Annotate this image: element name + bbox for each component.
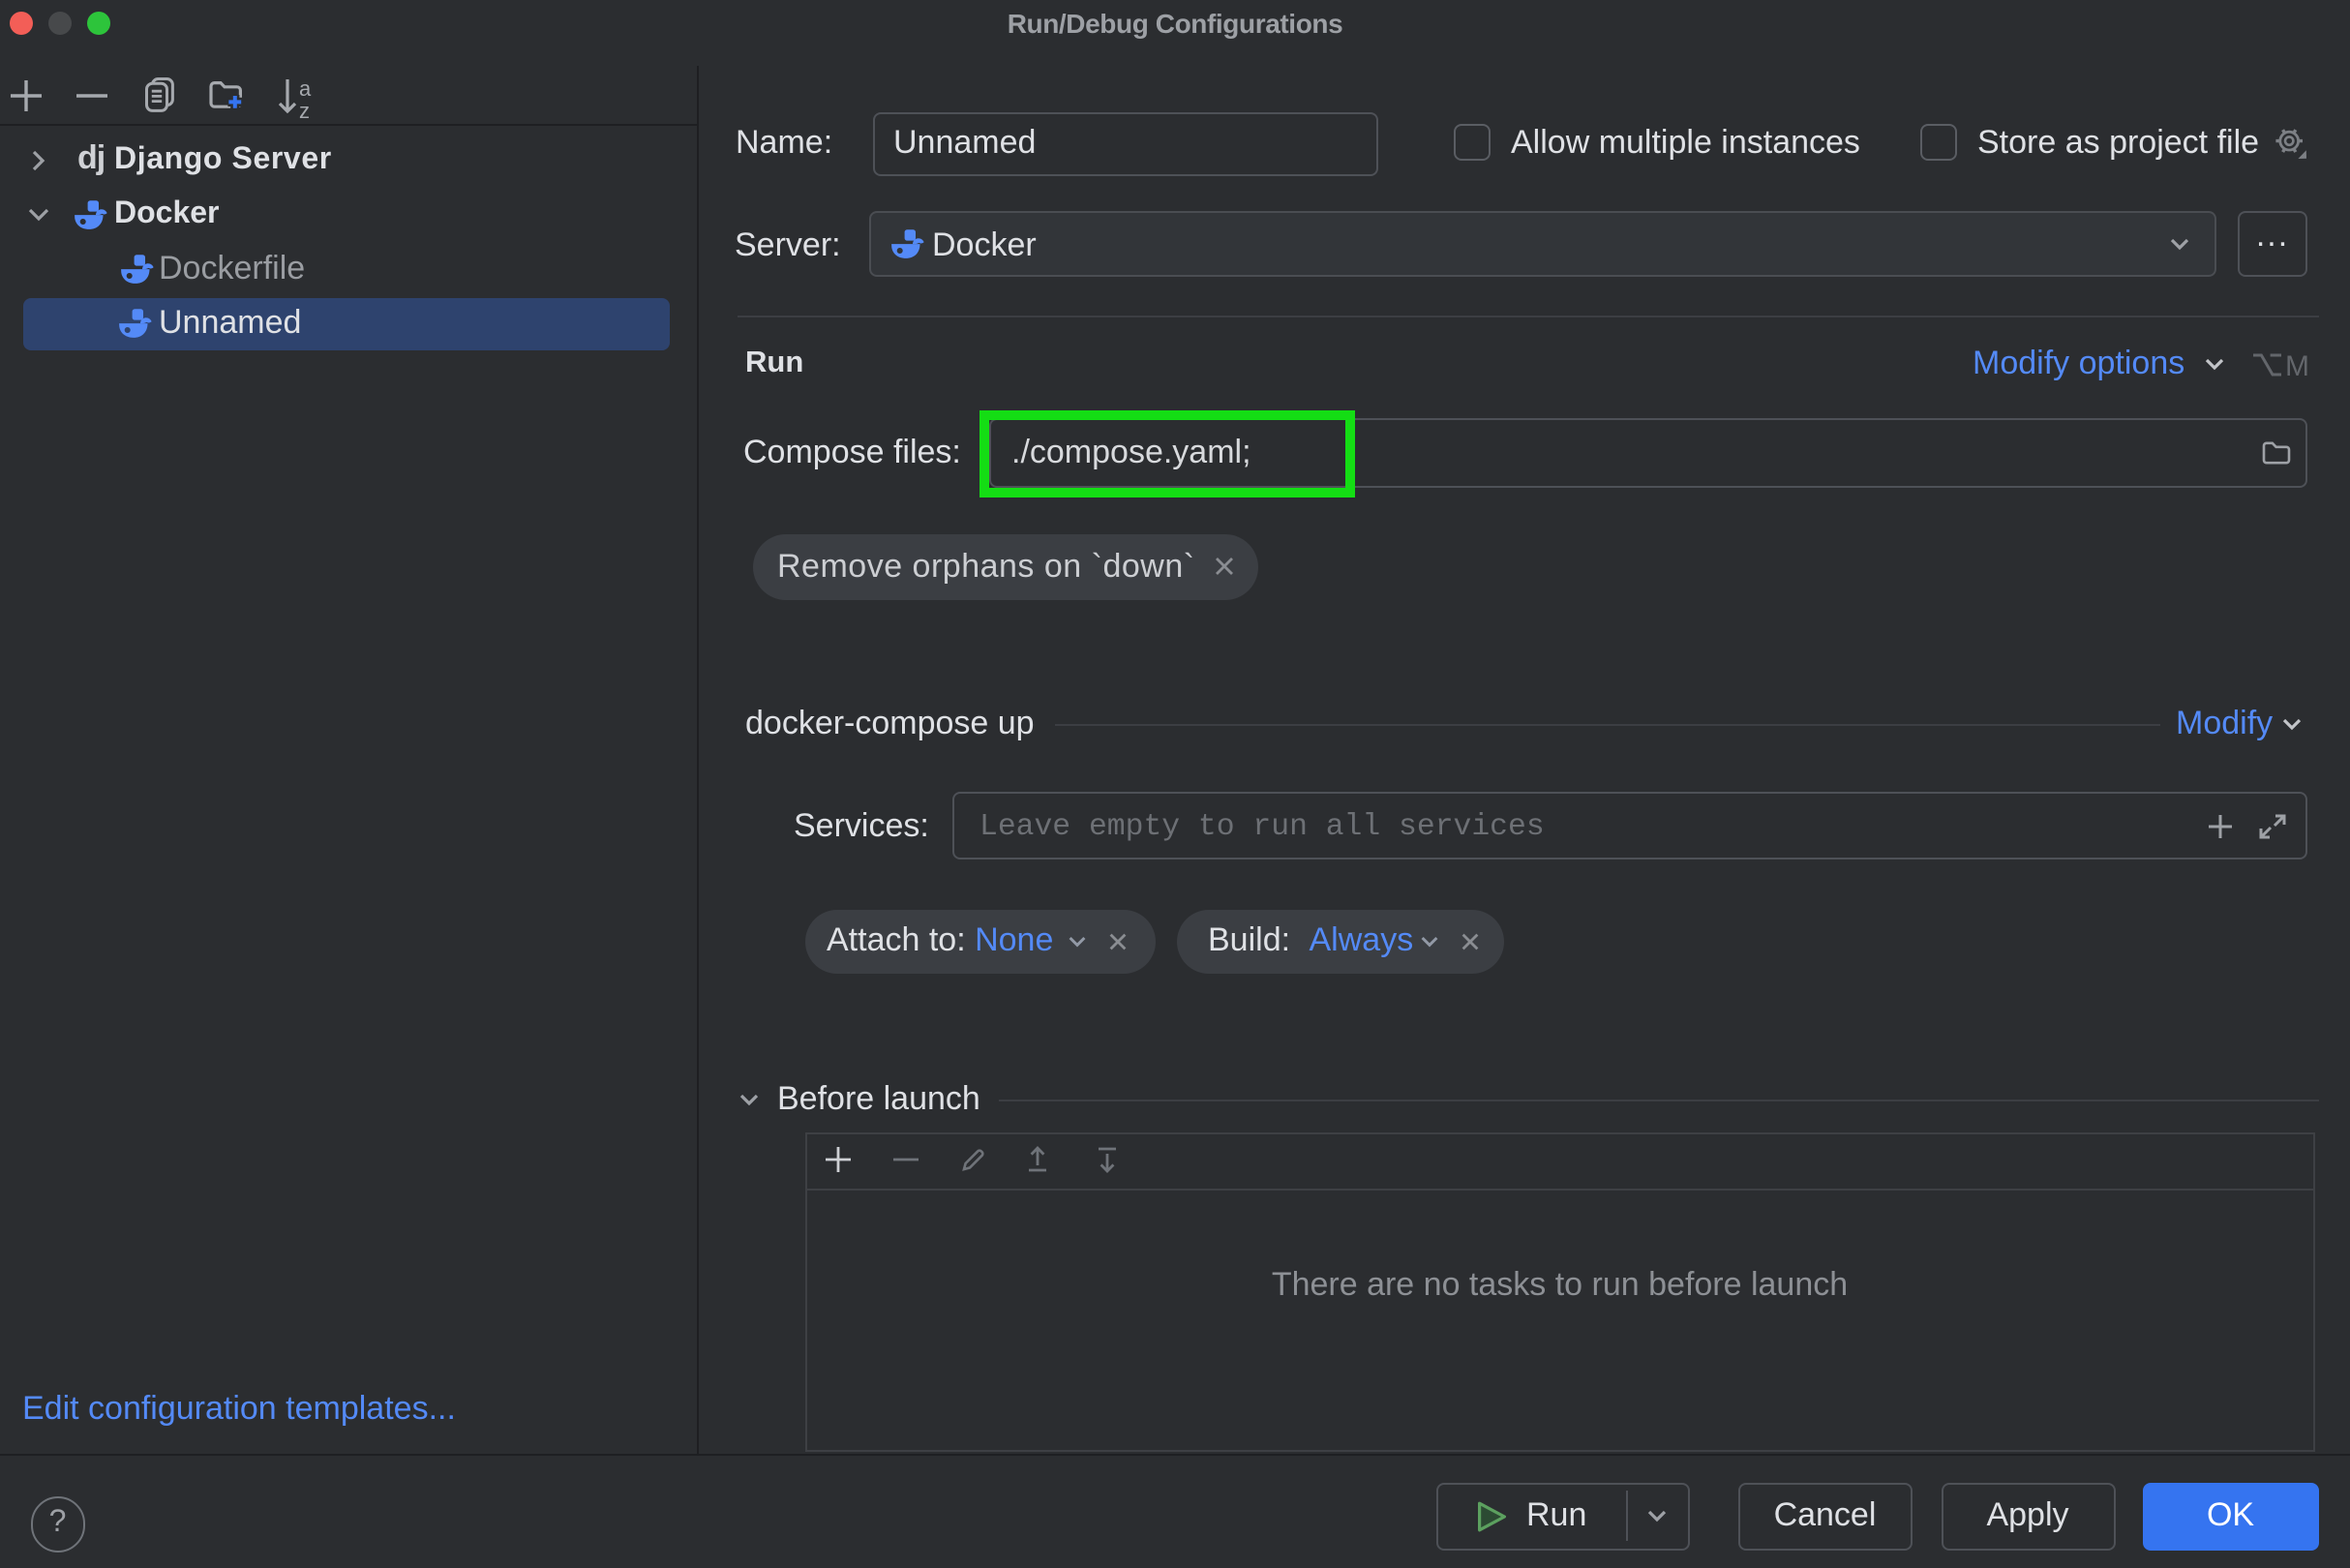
svg-text:a: a [299, 77, 312, 101]
svg-text:M: M [2285, 350, 2309, 381]
svg-text:z: z [299, 99, 310, 120]
